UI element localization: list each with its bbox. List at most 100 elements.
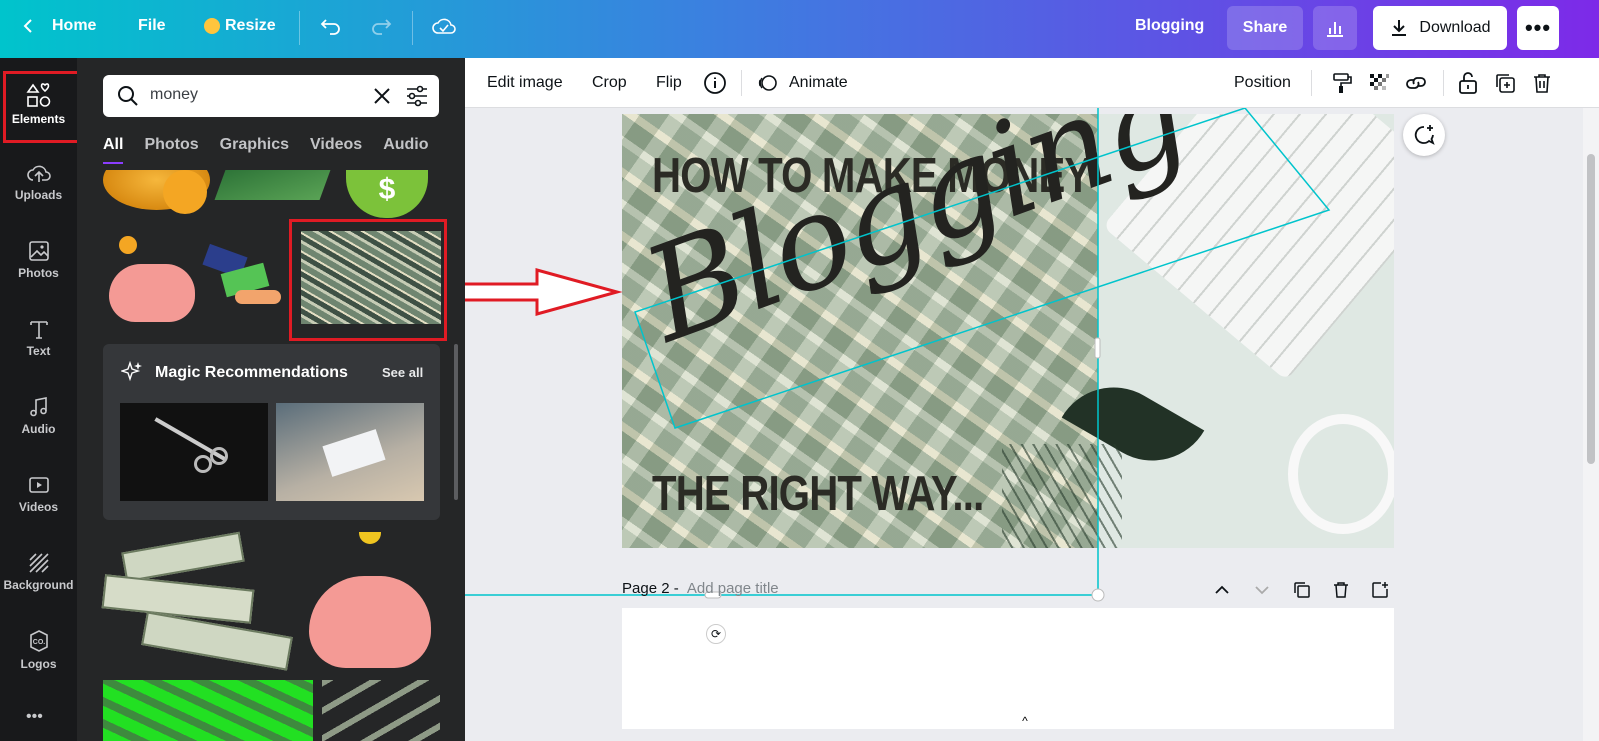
chevron-down-icon[interactable] bbox=[1253, 581, 1271, 599]
animate-label: Animate bbox=[789, 74, 848, 91]
rail-item-logos[interactable]: CO. Logos bbox=[0, 614, 77, 686]
home-button[interactable]: Home bbox=[20, 0, 96, 52]
cloud-check-icon bbox=[432, 18, 456, 34]
search-box[interactable]: money bbox=[103, 75, 439, 117]
divider bbox=[299, 11, 300, 45]
panel-scrollbar[interactable] bbox=[454, 344, 458, 500]
position-button[interactable]: Position bbox=[1234, 58, 1291, 108]
page-2-label: Page 2 - bbox=[622, 580, 679, 597]
rail-item-uploads[interactable]: Uploads bbox=[0, 146, 77, 218]
vertical-scrollbar[interactable] bbox=[1583, 108, 1599, 741]
context-toolbar: Edit image Crop Flip Animate Position bbox=[465, 58, 1599, 108]
rail-item-photos[interactable]: Photos bbox=[0, 224, 77, 296]
crown-icon bbox=[204, 18, 220, 34]
result-cash-bundles[interactable] bbox=[101, 531, 293, 672]
result-green-screen-money[interactable] bbox=[103, 680, 313, 741]
page-title-input[interactable]: Add page title bbox=[687, 580, 779, 597]
divider bbox=[1311, 70, 1312, 96]
rail-label: Photos bbox=[18, 266, 59, 280]
undo-icon bbox=[320, 19, 340, 35]
rotate-icon: ⟳ bbox=[710, 627, 722, 641]
tab-all[interactable]: All bbox=[103, 136, 124, 164]
duplicate-page-icon[interactable] bbox=[1293, 581, 1311, 599]
more-apps-icon[interactable]: ••• bbox=[26, 708, 43, 726]
unlock-icon bbox=[1459, 72, 1477, 94]
lock-button[interactable] bbox=[1457, 58, 1479, 108]
add-page-icon[interactable] bbox=[1371, 581, 1389, 599]
dollar-coin-icon bbox=[163, 170, 207, 214]
divider bbox=[412, 11, 413, 45]
tab-videos[interactable]: Videos bbox=[310, 136, 362, 164]
share-button[interactable]: Share bbox=[1227, 6, 1303, 50]
edit-image-button[interactable]: Edit image bbox=[487, 58, 563, 108]
video-icon bbox=[28, 477, 49, 493]
rail-label: Audio bbox=[21, 422, 56, 436]
rail-item-audio[interactable]: Audio bbox=[0, 380, 77, 452]
rail-item-text[interactable]: Text bbox=[0, 302, 77, 374]
result-hands-exchange-money[interactable] bbox=[202, 243, 287, 316]
image-icon bbox=[28, 241, 49, 261]
link-button[interactable] bbox=[1404, 58, 1428, 108]
info-button[interactable] bbox=[703, 58, 727, 108]
tab-graphics[interactable]: Graphics bbox=[220, 136, 289, 164]
transparency-button[interactable] bbox=[1368, 58, 1390, 108]
editor-canvas-area: HOW TO MAKE MONEY Blogging THE RIGHT WAY… bbox=[465, 108, 1583, 741]
download-icon bbox=[1392, 20, 1407, 36]
tab-audio[interactable]: Audio bbox=[383, 136, 428, 164]
page-2-header: Page 2 - Add page title bbox=[622, 580, 779, 597]
result-flying-money[interactable] bbox=[322, 680, 440, 741]
top-bar: Home File Resize Blogging Share Download… bbox=[0, 0, 1599, 58]
home-label: Home bbox=[52, 17, 97, 34]
resize-button[interactable]: Resize bbox=[204, 0, 276, 52]
rail-label: Videos bbox=[18, 500, 59, 514]
download-label: Download bbox=[1419, 19, 1491, 36]
result-money-bag[interactable]: $ bbox=[346, 170, 428, 218]
tab-photos[interactable]: Photos bbox=[144, 136, 198, 164]
undo-button[interactable] bbox=[320, 0, 342, 52]
recommendation-scissors[interactable] bbox=[120, 403, 268, 501]
flip-button[interactable]: Flip bbox=[656, 58, 682, 108]
chevron-up-icon[interactable] bbox=[1213, 581, 1231, 599]
design-title[interactable]: Blogging bbox=[1135, 0, 1204, 52]
delete-page-icon[interactable] bbox=[1332, 581, 1350, 599]
rail-label: Text bbox=[26, 344, 51, 358]
redo-icon bbox=[372, 19, 392, 35]
delete-button[interactable] bbox=[1531, 58, 1553, 108]
search-tabs: All Photos Graphics Videos Audio bbox=[103, 136, 450, 164]
rail-item-background[interactable]: Background bbox=[0, 536, 77, 608]
search-input[interactable]: money bbox=[150, 86, 198, 104]
result-piggy-bank[interactable] bbox=[109, 236, 195, 326]
animate-button[interactable]: Animate bbox=[757, 58, 848, 108]
file-menu[interactable]: File bbox=[138, 0, 166, 52]
filter-sliders-icon[interactable] bbox=[405, 85, 429, 107]
crop-button[interactable]: Crop bbox=[592, 58, 627, 108]
rail-item-videos[interactable]: Videos bbox=[0, 458, 77, 530]
scrollbar-thumb[interactable] bbox=[1587, 154, 1595, 464]
add-comment-button[interactable] bbox=[1403, 114, 1445, 156]
page-actions bbox=[1213, 578, 1393, 602]
logo-badge-icon: CO. bbox=[29, 630, 48, 652]
bar-chart-icon bbox=[1327, 22, 1343, 37]
redo-button[interactable] bbox=[370, 0, 392, 52]
duplicate-button[interactable] bbox=[1494, 58, 1516, 108]
result-cash-stack-green[interactable] bbox=[214, 170, 331, 200]
divider bbox=[1443, 70, 1444, 96]
comment-plus-icon bbox=[1414, 125, 1435, 145]
see-all-link[interactable]: See all bbox=[382, 365, 423, 380]
pattern-icon bbox=[28, 553, 49, 573]
insights-button[interactable] bbox=[1313, 6, 1357, 50]
copy-style-button[interactable] bbox=[1331, 58, 1353, 108]
more-options-button[interactable]: ••• bbox=[1517, 6, 1559, 50]
clear-icon[interactable] bbox=[373, 87, 391, 105]
recommendation-envelope-handoff[interactable] bbox=[276, 403, 424, 501]
rotate-handle[interactable]: ⟳ bbox=[706, 624, 726, 644]
result-gold-coins[interactable] bbox=[103, 170, 210, 218]
info-icon bbox=[704, 72, 726, 94]
horizontal-scrollbar[interactable] bbox=[465, 729, 1583, 741]
result-piggy-bank-2[interactable] bbox=[309, 576, 431, 668]
chevron-up-icon: ^ bbox=[1022, 714, 1028, 728]
rail-label: Uploads bbox=[14, 188, 63, 202]
result-coin-top[interactable] bbox=[359, 532, 381, 544]
save-status-button[interactable] bbox=[432, 0, 456, 52]
download-button[interactable]: Download bbox=[1373, 6, 1507, 50]
